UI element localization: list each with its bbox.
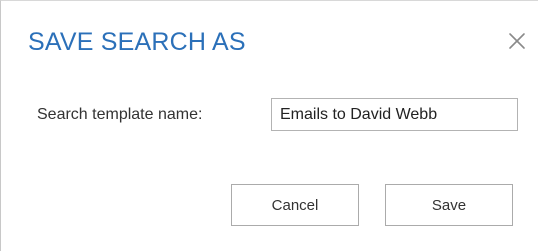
template-name-input[interactable]: [271, 98, 518, 131]
save-button[interactable]: Save: [385, 184, 513, 226]
template-name-label: Search template name:: [37, 106, 203, 123]
cancel-button[interactable]: Cancel: [231, 184, 359, 226]
save-search-dialog: SAVE SEARCH AS Search template name: Can…: [0, 0, 538, 251]
close-button[interactable]: [507, 31, 527, 51]
dialog-title: SAVE SEARCH AS: [28, 28, 246, 56]
close-icon: [509, 33, 525, 49]
